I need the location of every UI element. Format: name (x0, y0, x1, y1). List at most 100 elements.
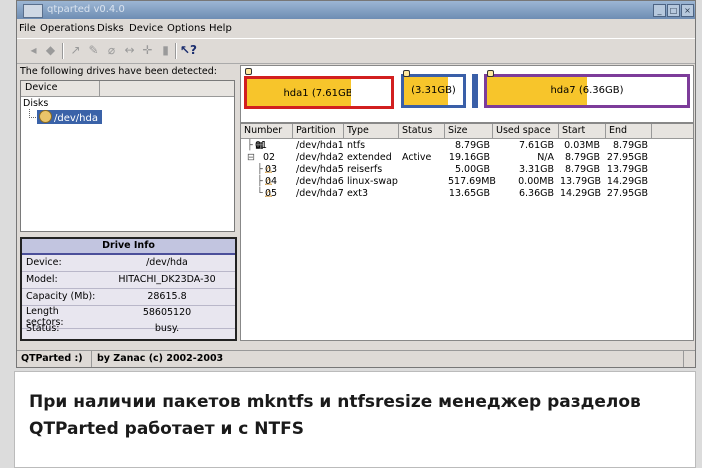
partition-free-hda1[interactable] (351, 76, 394, 109)
type-cell: extended (347, 152, 392, 163)
table-row[interactable]: ├ △ 03 /dev/hda5 reiserfs 5.00GB 3.31GB 8… (241, 164, 693, 176)
drive-info-key: Status: (26, 323, 60, 334)
screenshot-frame: qtparted v0.4.0 _ □ × File Operations Di… (0, 0, 702, 468)
close-icon[interactable]: × (681, 4, 694, 17)
drive-info-row: Status: busy. (22, 323, 235, 335)
partition-label-hda5: (3.31GB) (411, 85, 456, 96)
type-cell: linux-swap (347, 176, 398, 187)
partition-block-hda5[interactable]: (3.31GB) (401, 74, 466, 108)
device-tree[interactable]: Device Disks /dev/hda (20, 80, 235, 232)
partition-cell: /dev/hda1 (296, 140, 344, 151)
partition-cell: /dev/hda2 (296, 152, 344, 163)
menu-help[interactable]: Help (209, 23, 232, 34)
start-cell: 0.03MB (564, 140, 600, 151)
drive-info-row: Device: /dev/hda (22, 255, 235, 272)
undo-icon[interactable]: ↔ (121, 42, 138, 59)
status-cell: Active (402, 152, 432, 163)
end-cell: 27.95GB (606, 152, 648, 163)
tree-expander[interactable]: ⊟ (247, 152, 255, 164)
drive-info-row: Model: HITACHI_DK23DA-30 (22, 272, 235, 289)
caption-line-2: QTParted работает и с NTFS (29, 419, 304, 439)
partition-table: Number Partition Type Status Size Used s… (240, 123, 694, 341)
drive-info-key: Device: (26, 257, 62, 268)
device-item-label: /dev/hda (54, 113, 98, 124)
device-tree-header: Device (21, 81, 234, 97)
start-cell: 8.79GB (564, 164, 600, 175)
device-item-hda[interactable]: /dev/hda (37, 110, 102, 124)
used-cell: 0.00MB (518, 176, 554, 187)
lock-icon (245, 68, 252, 75)
used-cell: 6.36GB (518, 188, 554, 199)
drive-info-value: HITACHI_DK23DA-30 (118, 274, 216, 285)
hard-disk-icon (39, 110, 52, 123)
status-app-name: QTParted :) (21, 353, 83, 364)
type-cell: ext3 (347, 188, 369, 199)
tree-connector: ├ (257, 176, 263, 187)
size-cell: 8.79GB (454, 140, 490, 151)
back-icon[interactable]: ◂ (25, 42, 42, 59)
status-bar: QTParted :) by Zanac (c) 2002-2003 (17, 350, 695, 367)
end-cell: 27.95GB (606, 188, 648, 199)
move-icon[interactable]: ✎ (85, 42, 102, 59)
drive-info-key: Model: (26, 274, 58, 285)
drive-info-row: Capacity (Mb): 28615.8 (22, 289, 235, 306)
drive-info-value: /dev/hda (146, 257, 188, 268)
col-type[interactable]: Type (347, 125, 369, 136)
disks-group[interactable]: Disks (23, 98, 48, 109)
drive-info-key: Capacity (Mb): (26, 291, 96, 302)
header-divider (99, 81, 100, 96)
drive-info-value: 28615.8 (147, 291, 187, 302)
col-end[interactable]: End (609, 125, 627, 136)
menu-disks[interactable]: Disks (97, 23, 124, 34)
table-row[interactable]: └ △ 05 /dev/hda7 ext3 13.65GB 6.36GB 14.2… (241, 188, 693, 200)
partition-cell: /dev/hda5 (296, 164, 344, 175)
used-cell: 7.61GB (518, 140, 554, 151)
menu-device[interactable]: Device (129, 23, 163, 34)
col-number[interactable]: Number (244, 125, 282, 136)
menu-options[interactable]: Options (167, 23, 206, 34)
maximize-icon[interactable]: □ (667, 4, 680, 17)
lock-icon (487, 70, 494, 77)
col-used-space[interactable]: Used space (496, 125, 551, 136)
status-author: by Zanac (c) 2002-2003 (97, 353, 224, 364)
menu-operations[interactable]: Operations (40, 23, 95, 34)
partition-block-hda6-swap[interactable] (472, 74, 478, 108)
status-divider (91, 351, 92, 367)
partition-map: hda1 (7.61GB) (3.31GB) hda7 (6.36GB) (240, 65, 694, 123)
col-start[interactable]: Start (562, 125, 585, 136)
drive-info-title: Drive Info (22, 239, 235, 255)
table-row[interactable]: ⊟ 02 /dev/hda2 extended Active 19.16GB N… (241, 152, 693, 164)
delete-icon[interactable]: ▮ (157, 42, 174, 59)
partition-block-hda7[interactable]: hda7 (6.36GB) (484, 74, 690, 108)
menu-file[interactable]: File (19, 23, 36, 34)
whatsthis-icon[interactable]: ↖? (180, 42, 197, 59)
col-status[interactable]: Status (402, 125, 432, 136)
start-cell: 13.79GB (560, 176, 602, 187)
commit-icon[interactable]: ✛ (139, 42, 156, 59)
qtparted-window: qtparted v0.4.0 _ □ × File Operations Di… (16, 0, 696, 368)
device-column-header[interactable]: Device (25, 82, 58, 93)
toolbar-separator (175, 43, 177, 59)
status-divider (683, 351, 684, 367)
start-cell: 14.29GB (560, 188, 602, 199)
table-row[interactable]: ├ △ 04 /dev/hda6 linux-swap 517.69MB 0.00… (241, 176, 693, 188)
lock-icon (403, 70, 410, 77)
title-bar[interactable]: qtparted v0.4.0 _ □ × (17, 1, 695, 19)
drive-info-value: busy. (154, 323, 180, 334)
toolbar: ◂ ◆ ↗ ✎ ⌀ ↔ ✛ ▮ ↖? (17, 38, 695, 64)
figure-caption: При наличии пакетов mkntfs и ntfsresize … (14, 371, 696, 468)
partition-number-cell: 02 (263, 152, 276, 163)
col-size[interactable]: Size (448, 125, 468, 136)
resize-icon[interactable]: ↗ (67, 42, 84, 59)
col-partition[interactable]: Partition (296, 125, 336, 136)
detected-label: The following drives have been detected: (20, 66, 217, 77)
format-icon[interactable]: ⌀ (103, 42, 120, 59)
start-cell: 8.79GB (564, 152, 600, 163)
size-cell: 5.00GB (454, 164, 490, 175)
tree-connector: ├ (247, 140, 253, 151)
minimize-icon[interactable]: _ (653, 4, 666, 17)
type-cell: ntfs (347, 140, 366, 151)
forward-icon[interactable]: ◆ (42, 42, 59, 59)
table-row[interactable]: ├ ▦ 01 /dev/hda1 ntfs 8.79GB 7.61GB 0.03M… (241, 140, 693, 152)
type-cell: reiserfs (347, 164, 383, 175)
